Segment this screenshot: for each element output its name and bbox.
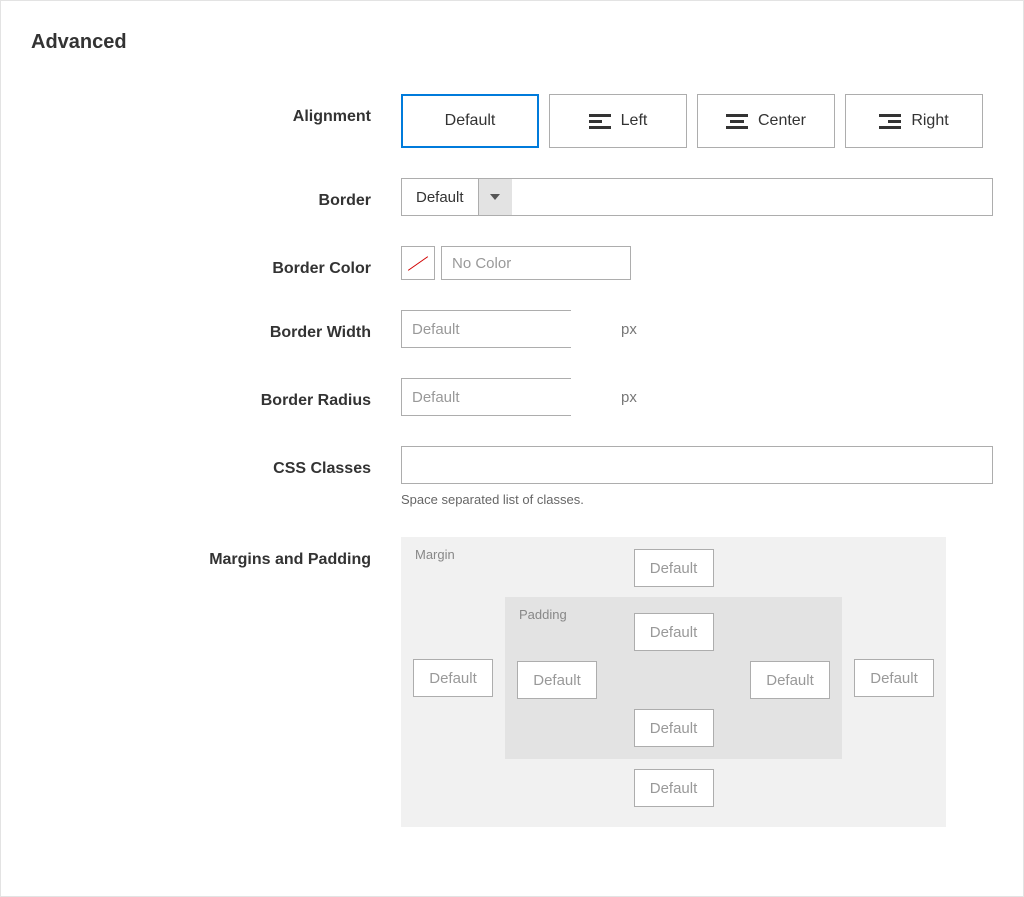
border-color-swatch[interactable] [401,246,435,280]
alignment-row: Alignment Default Left Center Right [31,94,993,148]
alignment-right-button[interactable]: Right [845,94,983,148]
border-color-label: Border Color [31,246,401,278]
border-row: Border Default [31,178,993,216]
margin-right-input[interactable] [854,659,934,697]
advanced-panel: Advanced Alignment Default Left Center R… [0,0,1024,897]
border-radius-unit: px [621,389,637,406]
padding-box: Padding [505,597,842,759]
section-title: Advanced [31,31,993,54]
align-center-icon [726,114,748,129]
padding-bottom-input[interactable] [634,709,714,747]
border-radius-input-wrap: px [401,378,571,416]
border-select-caret[interactable] [478,179,512,215]
border-radius-label: Border Radius [31,378,401,410]
css-classes-label: CSS Classes [31,446,401,478]
padding-top-input[interactable] [634,613,714,651]
alignment-center-text: Center [758,112,806,130]
border-width-row: Border Width px [31,310,993,348]
border-select-value: Default [402,179,478,215]
margin-bottom-input[interactable] [634,769,714,807]
border-select[interactable]: Default [401,178,993,216]
alignment-center-button[interactable]: Center [697,94,835,148]
margins-padding-label: Margins and Padding [31,537,401,569]
align-right-icon [879,114,901,129]
border-width-label: Border Width [31,310,401,342]
alignment-group: Default Left Center Right [401,94,993,148]
border-width-input-wrap: px [401,310,571,348]
border-label: Border [31,178,401,210]
padding-title: Padding [519,607,567,622]
alignment-default-button[interactable]: Default [401,94,539,148]
alignment-left-text: Left [621,112,648,130]
border-color-input[interactable] [441,246,631,280]
padding-right-input[interactable] [750,661,830,699]
padding-left-input[interactable] [517,661,597,699]
box-model: Margin Padding [401,537,946,827]
margins-padding-row: Margins and Padding Margin Padding [31,537,993,827]
css-classes-hint: Space separated list of classes. [401,492,993,507]
border-width-input[interactable] [402,311,621,347]
border-radius-input[interactable] [402,379,621,415]
align-left-icon [589,114,611,129]
border-color-row: Border Color [31,246,993,280]
padding-center-spacer [609,661,738,699]
margin-left-input[interactable] [413,659,493,697]
css-classes-input[interactable] [401,446,993,484]
alignment-label: Alignment [31,94,401,126]
border-radius-row: Border Radius px [31,378,993,416]
margin-title: Margin [415,547,455,562]
alignment-left-button[interactable]: Left [549,94,687,148]
alignment-default-text: Default [445,112,496,130]
chevron-down-icon [490,194,500,200]
alignment-right-text: Right [911,112,948,130]
margin-top-input[interactable] [634,549,714,587]
css-classes-row: CSS Classes Space separated list of clas… [31,446,993,507]
border-width-unit: px [621,321,637,338]
